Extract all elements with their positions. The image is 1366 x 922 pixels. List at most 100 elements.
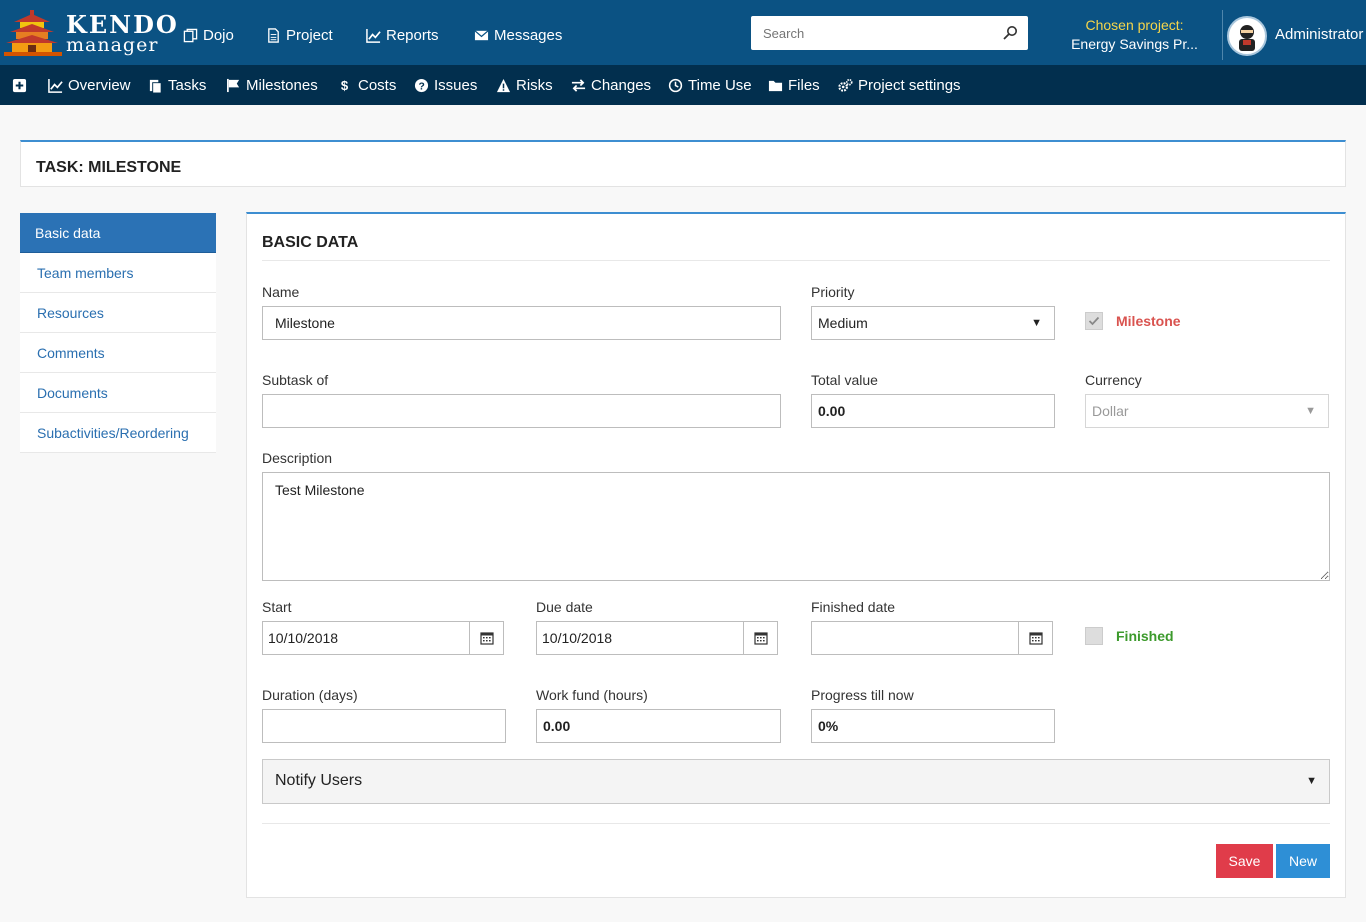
currency-select[interactable]: Dollar ▼ — [1085, 394, 1329, 428]
description-field[interactable]: Test Milestone — [262, 472, 1330, 581]
duration-label: Duration (days) — [262, 687, 358, 703]
subnav-tasks-label: Tasks — [168, 77, 207, 94]
due-date-field[interactable] — [537, 622, 737, 654]
sidebar-item-documents[interactable]: Documents — [20, 373, 216, 413]
sidebar-item-team-members[interactable]: Team members — [20, 253, 216, 293]
chosen-project-value: Energy Savings Pr... — [1071, 36, 1198, 52]
priority-select[interactable]: Medium ▼ — [811, 306, 1055, 340]
progress-field[interactable] — [811, 709, 1055, 743]
topnav-project[interactable]: Project — [266, 25, 333, 45]
priority-value: Medium — [818, 315, 868, 331]
subnav-project-settings-label: Project settings — [858, 77, 961, 94]
currency-value: Dollar — [1092, 403, 1129, 419]
subnav-costs-label: Costs — [358, 77, 397, 94]
subnav-overview[interactable]: Overview — [48, 77, 131, 94]
duration-field[interactable] — [262, 709, 506, 743]
new-button[interactable]: New — [1276, 844, 1330, 878]
finished-checkbox[interactable] — [1085, 627, 1103, 645]
subnav-issues-label: Issues — [434, 77, 478, 94]
topnav-project-label: Project — [286, 26, 333, 44]
logo-line1: KENDO — [66, 10, 179, 39]
pagoda-icon — [4, 10, 62, 56]
subnav-time-use-label: Time Use — [688, 77, 752, 94]
work-fund-label: Work fund (hours) — [536, 687, 648, 703]
topnav-messages-label: Messages — [494, 26, 563, 44]
total-value-field[interactable] — [811, 394, 1055, 428]
start-date-field[interactable] — [263, 622, 463, 654]
topnav-reports[interactable]: Reports — [366, 25, 439, 45]
subnav-risks[interactable]: Risks — [496, 77, 553, 94]
description-label: Description — [262, 450, 333, 466]
caret-down-icon: ▼ — [1305, 405, 1316, 417]
user-name[interactable]: Administrator — [1275, 26, 1363, 43]
sidebar-item-basic-data[interactable]: Basic data — [20, 213, 216, 253]
progress-label: Progress till now — [811, 687, 914, 703]
subnav-files-label: Files — [788, 77, 820, 94]
warning-icon — [496, 78, 511, 93]
finished-date-picker — [811, 621, 1053, 655]
exchange-icon — [571, 79, 586, 92]
subnav-issues[interactable]: ? Issues — [414, 77, 477, 94]
due-date-picker — [536, 621, 778, 655]
subnav-project-settings[interactable]: Project settings — [838, 77, 961, 94]
calendar-button[interactable] — [1018, 622, 1052, 654]
chosen-project[interactable]: Chosen project: Energy Savings Pr... — [1062, 16, 1207, 54]
subnav-files[interactable]: Files — [768, 77, 820, 94]
subnav-time-use[interactable]: Time Use — [668, 77, 752, 94]
search-input[interactable] — [751, 16, 991, 50]
total-value-label: Total value — [811, 372, 878, 388]
subnav-costs[interactable]: $ Costs — [338, 77, 397, 94]
divider — [1222, 10, 1223, 60]
checkmark-icon — [1088, 316, 1100, 326]
subnav-changes[interactable]: Changes — [571, 77, 651, 94]
svg-text:$: $ — [341, 78, 349, 93]
avatar[interactable] — [1227, 16, 1267, 56]
subnav-tasks[interactable]: Tasks — [148, 77, 206, 94]
calendar-icon — [1028, 632, 1043, 645]
caret-down-icon: ▼ — [1031, 317, 1042, 329]
subtask-of-field[interactable] — [262, 394, 781, 428]
topnav-reports-label: Reports — [386, 26, 439, 44]
save-button[interactable]: Save — [1216, 844, 1273, 878]
flag-icon — [227, 78, 240, 93]
copy-icon — [183, 28, 198, 42]
sidebar-item-comments[interactable]: Comments — [20, 333, 216, 373]
chosen-project-label: Chosen project: — [1085, 17, 1184, 33]
subtask-of-label: Subtask of — [262, 372, 329, 388]
envelope-icon — [474, 29, 489, 40]
plus-square-icon — [12, 78, 27, 93]
calendar-icon — [753, 632, 768, 645]
ninja-avatar-icon — [1239, 25, 1255, 51]
topnav-messages[interactable]: Messages — [474, 25, 562, 45]
calendar-button[interactable] — [469, 622, 503, 654]
subnav-milestones-label: Milestones — [246, 77, 318, 94]
finished-date-field[interactable] — [812, 622, 1012, 654]
work-fund-field[interactable] — [536, 709, 781, 743]
notify-users-dropdown[interactable]: Notify Users ▼ — [262, 759, 1330, 804]
notify-users-label: Notify Users — [275, 772, 363, 789]
calendar-button[interactable] — [743, 622, 777, 654]
name-field[interactable] — [262, 306, 781, 340]
milestone-checkbox[interactable] — [1085, 312, 1103, 330]
start-date-picker — [262, 621, 504, 655]
task-sidebar: Basic data Team members Resources Commen… — [20, 213, 216, 453]
finished-label: Finished — [1116, 628, 1174, 644]
topnav-dojo[interactable]: Dojo — [183, 25, 234, 45]
subnav-risks-label: Risks — [516, 77, 553, 94]
chart-line-icon — [366, 28, 381, 43]
subnav-changes-label: Changes — [591, 77, 652, 94]
sidebar-item-resources[interactable]: Resources — [20, 293, 216, 333]
file-icon — [268, 27, 279, 43]
add-button[interactable] — [12, 77, 27, 94]
name-label: Name — [262, 284, 300, 300]
subnav-milestones[interactable]: Milestones — [226, 77, 318, 94]
search-icon[interactable] — [1002, 25, 1018, 41]
folder-icon — [768, 80, 783, 92]
priority-label: Priority — [811, 284, 855, 300]
finished-date-label: Finished date — [811, 599, 896, 615]
subnav-overview-label: Overview — [68, 77, 131, 94]
kendo-manager-logo[interactable]: KENDO manager — [4, 8, 177, 58]
start-label: Start — [262, 599, 292, 615]
svg-text:?: ? — [419, 82, 425, 93]
sidebar-item-subactivities[interactable]: Subactivities/Reordering — [20, 413, 216, 453]
